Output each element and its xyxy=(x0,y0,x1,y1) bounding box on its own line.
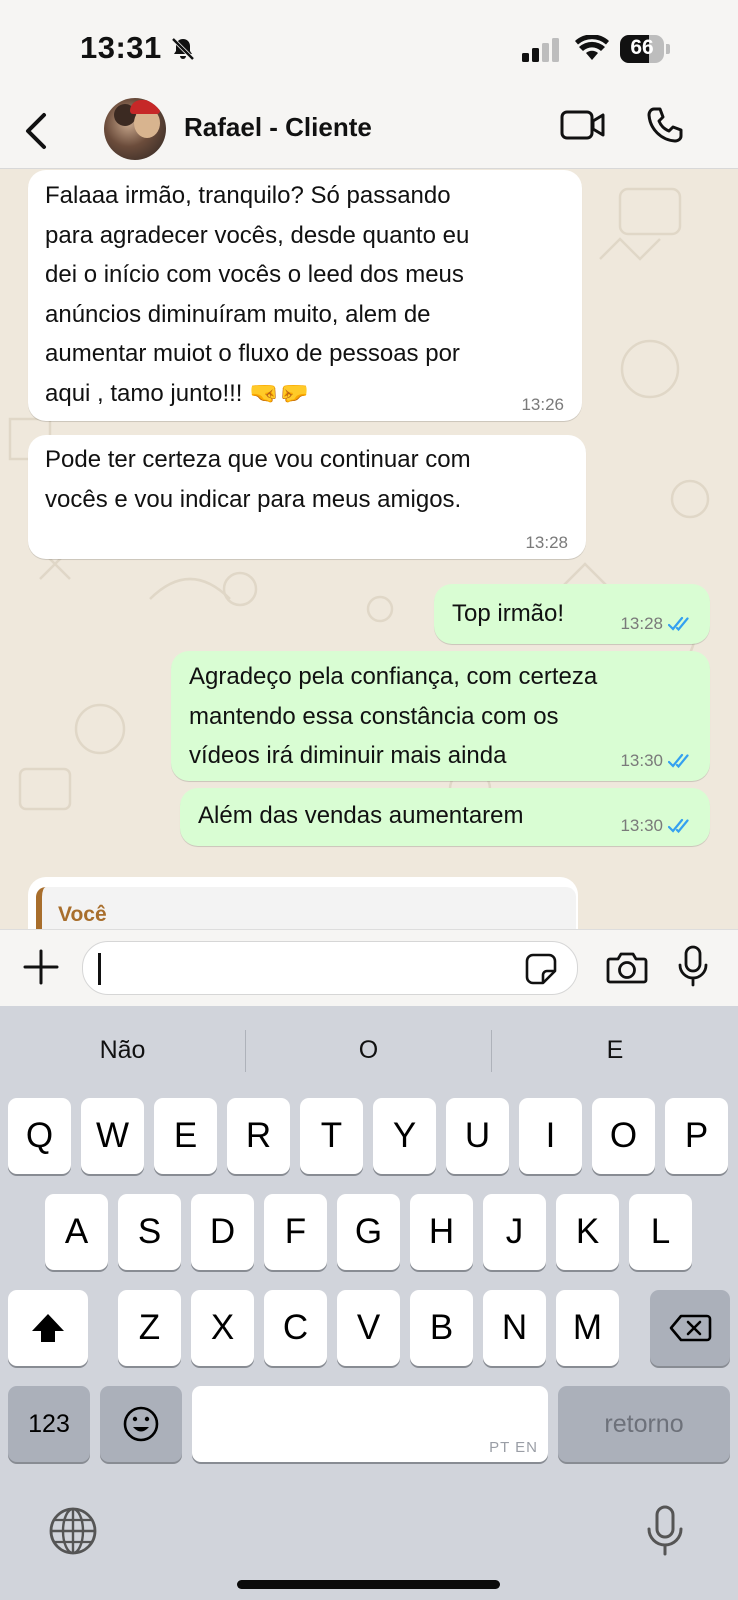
key-i[interactable]: I xyxy=(519,1098,582,1174)
key-w[interactable]: W xyxy=(81,1098,144,1174)
plus-icon[interactable] xyxy=(22,948,60,986)
key-g[interactable]: G xyxy=(337,1194,400,1270)
key-y[interactable]: Y xyxy=(373,1098,436,1174)
contact-name[interactable]: Rafael - Cliente xyxy=(184,112,372,143)
key-z[interactable]: Z xyxy=(118,1290,181,1366)
text-caret xyxy=(98,953,101,985)
video-call-icon[interactable] xyxy=(560,108,606,142)
key-n[interactable]: N xyxy=(483,1290,546,1366)
wifi-icon xyxy=(575,35,609,60)
key-t[interactable]: T xyxy=(300,1098,363,1174)
numbers-key[interactable]: 123 xyxy=(8,1386,90,1462)
key-f[interactable]: F xyxy=(264,1194,327,1270)
quoted-author: Você xyxy=(58,903,107,926)
backspace-icon xyxy=(669,1314,712,1342)
key-c[interactable]: C xyxy=(264,1290,327,1366)
battery-level: 66 xyxy=(630,36,654,59)
message-time: 13:28 xyxy=(525,533,568,552)
key-e[interactable]: E xyxy=(154,1098,217,1174)
suggestion-2[interactable]: O xyxy=(246,1006,491,1094)
quoted-message[interactable]: Você xyxy=(36,887,576,929)
camera-icon[interactable] xyxy=(606,949,648,985)
emoji-icon xyxy=(123,1406,159,1442)
back-chevron-icon[interactable] xyxy=(18,109,58,153)
key-h[interactable]: H xyxy=(410,1194,473,1270)
quoted-reply-bubble[interactable]: Você xyxy=(28,877,578,929)
key-j[interactable]: J xyxy=(483,1194,546,1270)
shift-icon xyxy=(32,1314,64,1342)
message-bubble-outgoing[interactable]: Agradeço pela confiança, com certeza man… xyxy=(171,651,710,781)
battery-icon: 66 xyxy=(620,35,670,63)
message-time: 13:26 xyxy=(521,395,564,414)
emoji-key[interactable] xyxy=(100,1386,182,1462)
space-language-label: PT EN xyxy=(489,1439,538,1456)
message-time: 13:28 xyxy=(620,614,663,633)
message-text: Top irmão! xyxy=(452,600,565,627)
read-receipt-icon xyxy=(668,818,689,834)
phone-icon[interactable] xyxy=(646,106,684,144)
key-l[interactable]: L xyxy=(629,1194,692,1270)
key-k[interactable]: K xyxy=(556,1194,619,1270)
message-bubble-outgoing[interactable]: Além das vendas aumentarem 13:30 xyxy=(180,788,710,846)
key-b[interactable]: B xyxy=(410,1290,473,1366)
key-p[interactable]: P xyxy=(665,1098,728,1174)
contact-avatar[interactable] xyxy=(104,98,166,160)
suggestion-3[interactable]: E xyxy=(492,1006,738,1094)
on-screen-keyboard: Não O E Q W E R T Y U I O P A S D F G H … xyxy=(0,1006,738,1600)
key-a[interactable]: A xyxy=(45,1194,108,1270)
backspace-key[interactable] xyxy=(650,1290,730,1366)
bell-slash-icon xyxy=(171,37,195,61)
read-receipt-icon xyxy=(668,616,689,632)
microphone-icon[interactable] xyxy=(677,944,709,988)
chat-area[interactable]: Falaaa irmão, tranquilo? Só passando par… xyxy=(0,169,738,929)
key-o[interactable]: O xyxy=(592,1098,655,1174)
message-time: 13:30 xyxy=(620,751,663,770)
sticker-icon[interactable] xyxy=(523,951,559,987)
message-text: Falaaa irmão, tranquilo? Só passando par… xyxy=(45,182,470,407)
key-m[interactable]: M xyxy=(556,1290,619,1366)
shift-key[interactable] xyxy=(8,1290,88,1366)
message-bubble-outgoing[interactable]: Top irmão! 13:28 xyxy=(434,584,710,644)
message-time: 13:30 xyxy=(620,816,663,835)
key-u[interactable]: U xyxy=(446,1098,509,1174)
chat-header: Rafael - Cliente xyxy=(0,95,738,169)
globe-icon[interactable] xyxy=(48,1506,98,1556)
message-input[interactable] xyxy=(82,941,578,995)
message-bubble-incoming[interactable]: Pode ter certeza que vou continuar com v… xyxy=(28,435,586,559)
home-indicator[interactable] xyxy=(237,1580,500,1589)
key-s[interactable]: S xyxy=(118,1194,181,1270)
key-q[interactable]: Q xyxy=(8,1098,71,1174)
message-text: Pode ter certeza que vou continuar com v… xyxy=(45,446,471,513)
key-r[interactable]: R xyxy=(227,1098,290,1174)
message-bubble-incoming[interactable]: Falaaa irmão, tranquilo? Só passando par… xyxy=(28,170,582,421)
message-text: Além das vendas aumentarem xyxy=(198,802,524,829)
key-d[interactable]: D xyxy=(191,1194,254,1270)
cellular-signal-icon xyxy=(522,38,559,62)
read-receipt-icon xyxy=(668,753,689,769)
message-composer xyxy=(0,929,738,1006)
key-x[interactable]: X xyxy=(191,1290,254,1366)
space-key[interactable]: PT EN xyxy=(192,1386,548,1462)
return-key[interactable]: retorno xyxy=(558,1386,730,1462)
status-bar: 13:31 66 xyxy=(0,0,738,95)
key-v[interactable]: V xyxy=(337,1290,400,1366)
message-text: Agradeço pela confiança, com certeza man… xyxy=(189,663,598,769)
dictation-microphone-icon[interactable] xyxy=(645,1504,685,1558)
status-time: 13:31 xyxy=(80,30,162,65)
suggestion-1[interactable]: Não xyxy=(0,1006,245,1094)
